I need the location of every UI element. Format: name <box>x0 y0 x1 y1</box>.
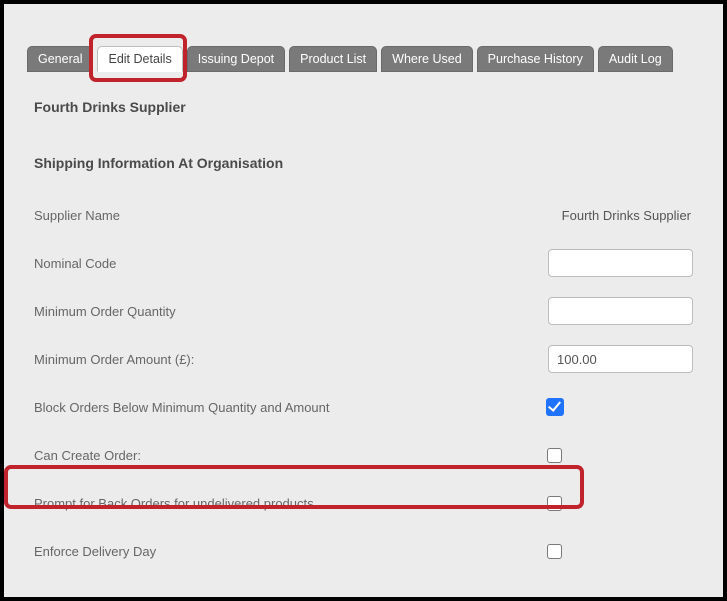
label-enforce-delivery-day: Enforce Delivery Day <box>34 544 156 559</box>
label-min-order-qty: Minimum Order Quantity <box>34 304 176 319</box>
content-area: Fourth Drinks Supplier Shipping Informat… <box>34 84 693 585</box>
label-can-create-order: Can Create Order: <box>34 448 141 463</box>
tab-audit-log[interactable]: Audit Log <box>598 46 673 72</box>
label-prompt-back-orders: Prompt for Back Orders for undelivered p… <box>34 496 314 511</box>
section-heading: Shipping Information At Organisation <box>34 155 693 171</box>
input-nominal-code[interactable] <box>548 249 693 277</box>
row-nominal-code: Nominal Code <box>34 249 693 277</box>
row-block-orders: Block Orders Below Minimum Quantity and … <box>34 393 693 421</box>
tab-general[interactable]: General <box>27 46 93 72</box>
input-min-order-amount[interactable] <box>548 345 693 373</box>
tab-bar: General Edit Details Issuing Depot Produ… <box>27 46 673 72</box>
row-prompt-back-orders: Prompt for Back Orders for undelivered p… <box>34 489 693 517</box>
tab-where-used[interactable]: Where Used <box>381 46 472 72</box>
checkbox-enforce-delivery-day[interactable] <box>547 544 562 559</box>
label-nominal-code: Nominal Code <box>34 256 116 271</box>
checkbox-block-orders[interactable] <box>546 398 564 416</box>
input-min-order-qty[interactable] <box>548 297 693 325</box>
tab-issuing-depot[interactable]: Issuing Depot <box>187 46 285 72</box>
tab-edit-details[interactable]: Edit Details <box>97 46 182 72</box>
label-supplier-name: Supplier Name <box>34 208 120 223</box>
row-can-create-order: Can Create Order: <box>34 441 693 469</box>
tab-product-list[interactable]: Product List <box>289 46 377 72</box>
label-block-orders: Block Orders Below Minimum Quantity and … <box>34 400 330 415</box>
page-title: Fourth Drinks Supplier <box>34 99 693 115</box>
row-supplier-name: Supplier Name Fourth Drinks Supplier <box>34 201 693 229</box>
label-min-order-amount: Minimum Order Amount (£): <box>34 352 194 367</box>
checkbox-prompt-back-orders[interactable] <box>547 496 562 511</box>
row-min-order-qty: Minimum Order Quantity <box>34 297 693 325</box>
row-enforce-delivery-day: Enforce Delivery Day <box>34 537 693 565</box>
edit-details-panel: General Edit Details Issuing Depot Produ… <box>4 4 723 597</box>
row-min-order-amount: Minimum Order Amount (£): <box>34 345 693 373</box>
value-supplier-name: Fourth Drinks Supplier <box>562 208 693 223</box>
checkbox-can-create-order[interactable] <box>547 448 562 463</box>
tab-purchase-history[interactable]: Purchase History <box>477 46 594 72</box>
